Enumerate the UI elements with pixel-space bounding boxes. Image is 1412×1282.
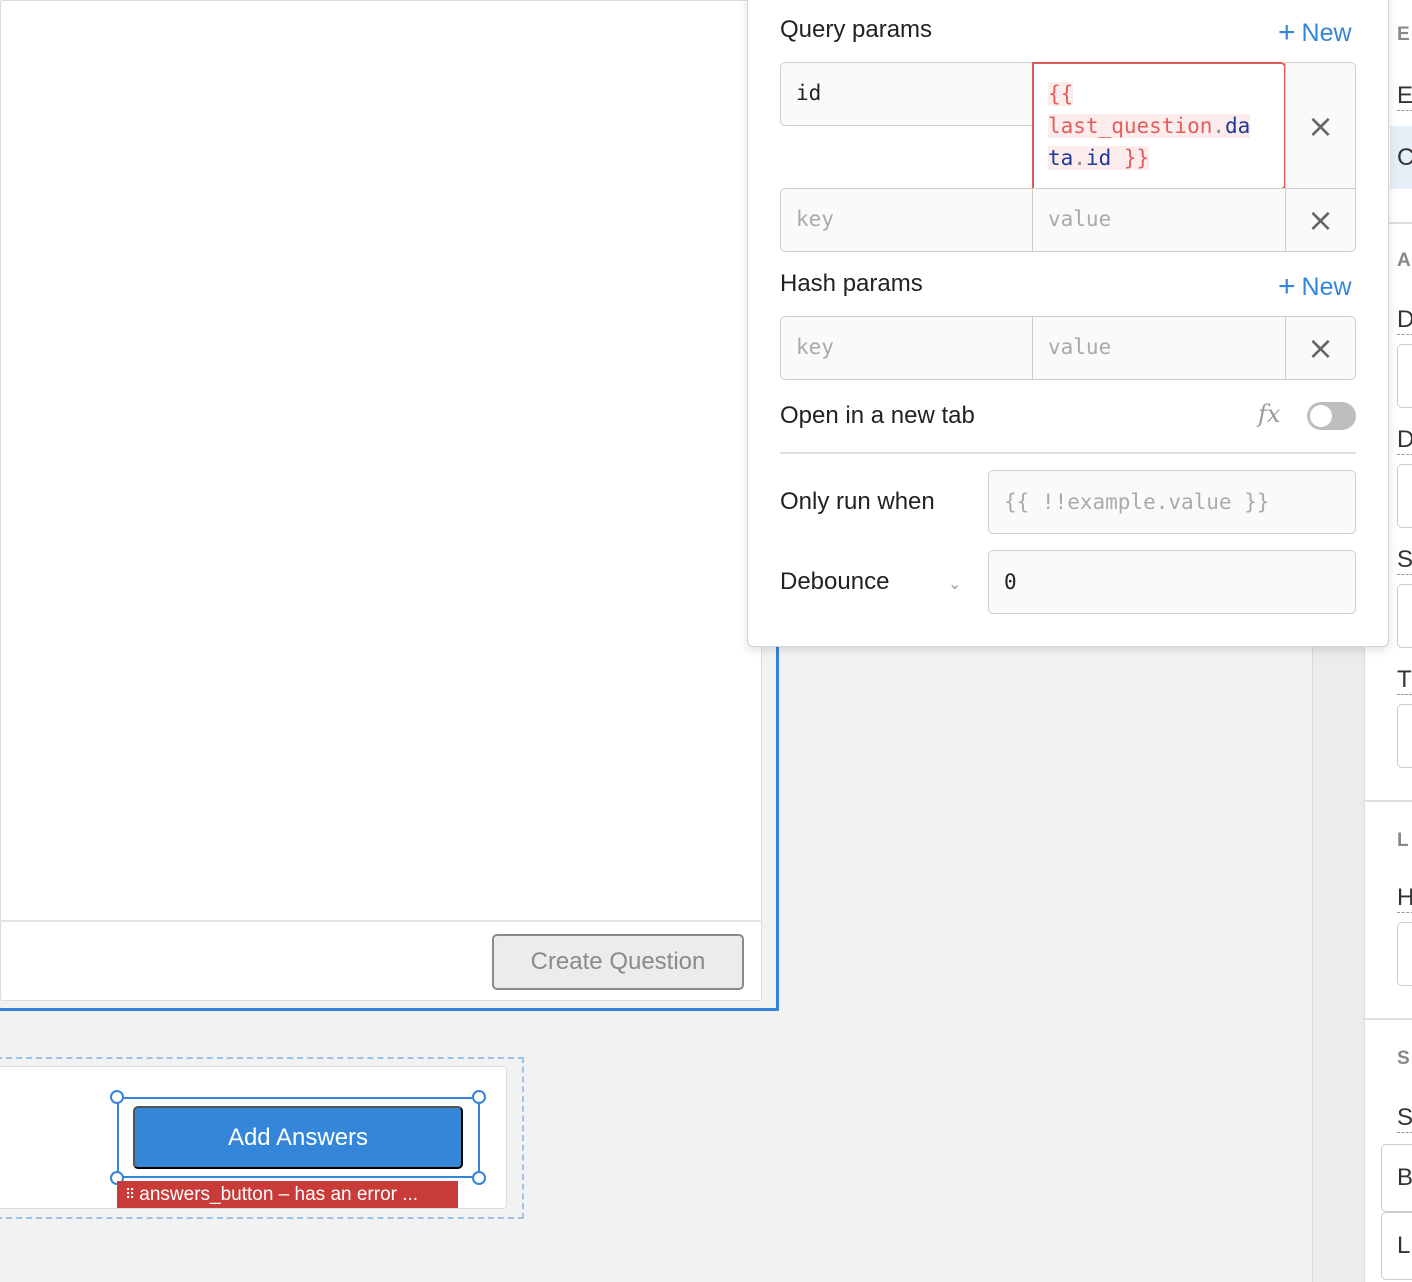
close-icon: × <box>1307 329 1334 367</box>
toggle-knob <box>1310 405 1332 427</box>
inspector-label: E <box>1397 82 1412 111</box>
inspector-list-item-text[interactable]: L <box>1397 1232 1410 1260</box>
query-param-value-input[interactable]: {{ last_question.da ta.id }} <box>1032 62 1286 190</box>
plus-icon: + <box>1278 270 1296 303</box>
hash-params-title: Hash params <box>780 270 923 297</box>
form-footer-divider <box>0 920 762 922</box>
delete-hash-param-button[interactable]: × <box>1285 316 1356 380</box>
code-token: }} <box>1123 146 1150 170</box>
inspector-input[interactable] <box>1397 464 1412 528</box>
inspector-separator <box>1365 800 1412 802</box>
resize-handle-top-left[interactable] <box>110 1090 124 1104</box>
inspector-separator <box>1365 1018 1412 1020</box>
resize-handle-top-right[interactable] <box>472 1090 486 1104</box>
inspector-input[interactable] <box>1397 704 1412 768</box>
create-question-button[interactable]: Create Question <box>492 934 744 990</box>
inspector-input[interactable] <box>1397 584 1412 648</box>
query-param-key-input[interactable]: id <box>780 62 1033 126</box>
inspector-input[interactable] <box>1397 922 1412 986</box>
chevron-down-icon[interactable]: ⌄ <box>948 574 961 594</box>
code-token: last_question <box>1048 114 1213 138</box>
inspector-section-header: A <box>1397 250 1411 271</box>
query-param-value-input[interactable]: value <box>1032 188 1286 252</box>
form-card <box>0 0 762 1001</box>
query-params-title: Query params <box>780 16 933 43</box>
section-divider <box>780 452 1356 454</box>
code-token: {{ <box>1048 82 1074 106</box>
add-answers-button[interactable]: Add Answers <box>133 1106 463 1169</box>
code-token: . <box>1212 114 1226 138</box>
inspector-label: H <box>1397 884 1412 913</box>
fx-icon[interactable]: fx <box>1258 400 1280 428</box>
inspector-label: D <box>1397 426 1412 455</box>
component-error-tag[interactable]: ⠿ answers_button – has an error ... <box>117 1181 458 1208</box>
inspector-section-header: S <box>1397 1048 1410 1069</box>
hash-param-key-input[interactable]: key <box>780 316 1033 380</box>
app-canvas: Create Question Add Answers ⠿ answers_bu… <box>0 0 1412 1282</box>
drag-handle-icon[interactable]: ⠿ <box>125 1186 135 1203</box>
code-token: da <box>1225 114 1251 138</box>
canvas-gutter <box>1312 640 1364 1282</box>
hash-param-value-input[interactable]: value <box>1032 316 1286 380</box>
resize-handle-bottom-right[interactable] <box>472 1171 486 1185</box>
delete-query-param-button[interactable]: × <box>1285 188 1356 252</box>
inspector-list-item-text[interactable]: B <box>1397 1164 1412 1192</box>
debounce-label[interactable]: Debounce <box>780 568 889 596</box>
query-param-key-input[interactable]: key <box>780 188 1033 252</box>
open-new-tab-toggle[interactable] <box>1307 402 1356 430</box>
query-params-new-button[interactable]: + New <box>1278 18 1352 48</box>
inspector-label: S <box>1397 1104 1412 1133</box>
open-new-tab-label: Open in a new tab <box>780 402 975 429</box>
error-tag-label: answers_button – has an error ... <box>139 1183 419 1205</box>
inspector-label: S <box>1397 546 1412 575</box>
inspector-section-header: L <box>1397 830 1409 851</box>
inspector-input[interactable] <box>1397 344 1412 408</box>
hash-params-new-button[interactable]: + New <box>1278 272 1352 302</box>
code-token: ta <box>1048 146 1074 170</box>
close-icon: × <box>1307 107 1334 145</box>
inspector-section-header: E <box>1397 24 1410 45</box>
close-icon: × <box>1307 201 1334 239</box>
plus-icon: + <box>1278 16 1296 49</box>
delete-query-param-button[interactable]: × <box>1285 62 1356 190</box>
inspector-label: T <box>1397 666 1412 695</box>
code-token: id <box>1085 146 1112 170</box>
new-label: New <box>1301 272 1352 301</box>
debounce-input[interactable]: 0 <box>988 550 1356 614</box>
inspector-label: D <box>1397 306 1412 335</box>
only-run-when-input[interactable]: {{ !!example.value }} <box>988 470 1356 534</box>
only-run-when-label: Only run when <box>780 488 935 515</box>
new-label: New <box>1301 18 1352 47</box>
inspector-row-text[interactable]: C <box>1397 144 1412 172</box>
code-token: . <box>1073 146 1086 170</box>
